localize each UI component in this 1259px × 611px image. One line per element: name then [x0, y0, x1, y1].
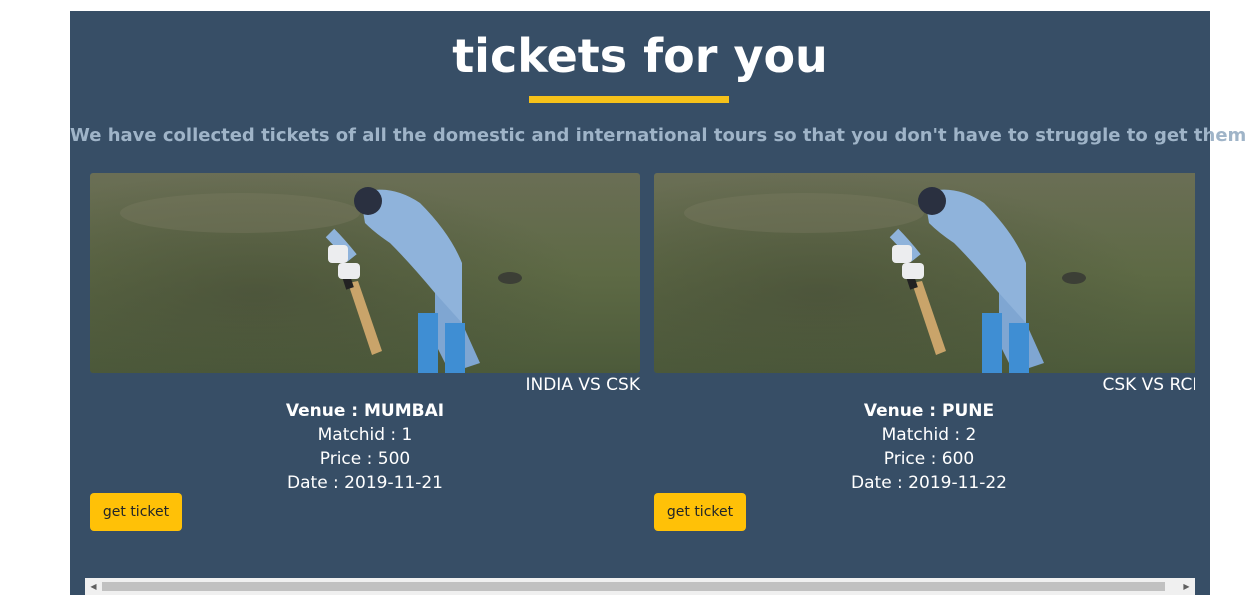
- date-label: Date : 2019-11-21: [287, 473, 443, 493]
- price-label: Price : 600: [883, 449, 975, 469]
- venue-label: Venue : MUMBAI: [285, 401, 445, 421]
- section-title: tickets for you: [452, 29, 828, 83]
- ticket-info: Venue : MUMBAI Matchid : 1 Price : 500 D…: [90, 399, 640, 495]
- tickets-scroller[interactable]: INDIA VS CSK Venue : MUMBAI Matchid : 1 …: [90, 173, 1195, 578]
- get-ticket-button[interactable]: get ticket: [90, 493, 182, 531]
- cricket-batsman-image: [90, 173, 640, 373]
- section-subtitle: We have collected tickets of all the dom…: [70, 125, 1247, 146]
- cricket-batsman-image: [654, 173, 1195, 373]
- ticket-info: Venue : PUNE Matchid : 2 Price : 600 Dat…: [654, 399, 1195, 495]
- scrollbar-thumb[interactable]: [102, 582, 1165, 591]
- price-label: Price : 500: [319, 449, 411, 469]
- date-label: Date : 2019-11-22: [851, 473, 1007, 493]
- scroll-left-icon[interactable]: ◀: [85, 578, 102, 595]
- get-ticket-button[interactable]: get ticket: [654, 493, 746, 531]
- match-name: INDIA VS CSK: [525, 375, 640, 395]
- match-name: CSK VS RCB: [1102, 375, 1195, 395]
- matchid-label: Matchid : 2: [881, 425, 977, 445]
- scroll-right-icon[interactable]: ▶: [1178, 578, 1195, 595]
- horizontal-scrollbar[interactable]: ◀ ▶: [85, 578, 1195, 595]
- ticket-card: INDIA VS CSK Venue : MUMBAI Matchid : 1 …: [90, 173, 640, 533]
- tickets-section: tickets for you We have collected ticket…: [70, 11, 1247, 595]
- ticket-card: CSK VS RCB Venue : PUNE Matchid : 2 Pric…: [654, 173, 1195, 533]
- title-underline: [529, 96, 729, 103]
- matchid-label: Matchid : 1: [317, 425, 413, 445]
- venue-label: Venue : PUNE: [863, 401, 995, 421]
